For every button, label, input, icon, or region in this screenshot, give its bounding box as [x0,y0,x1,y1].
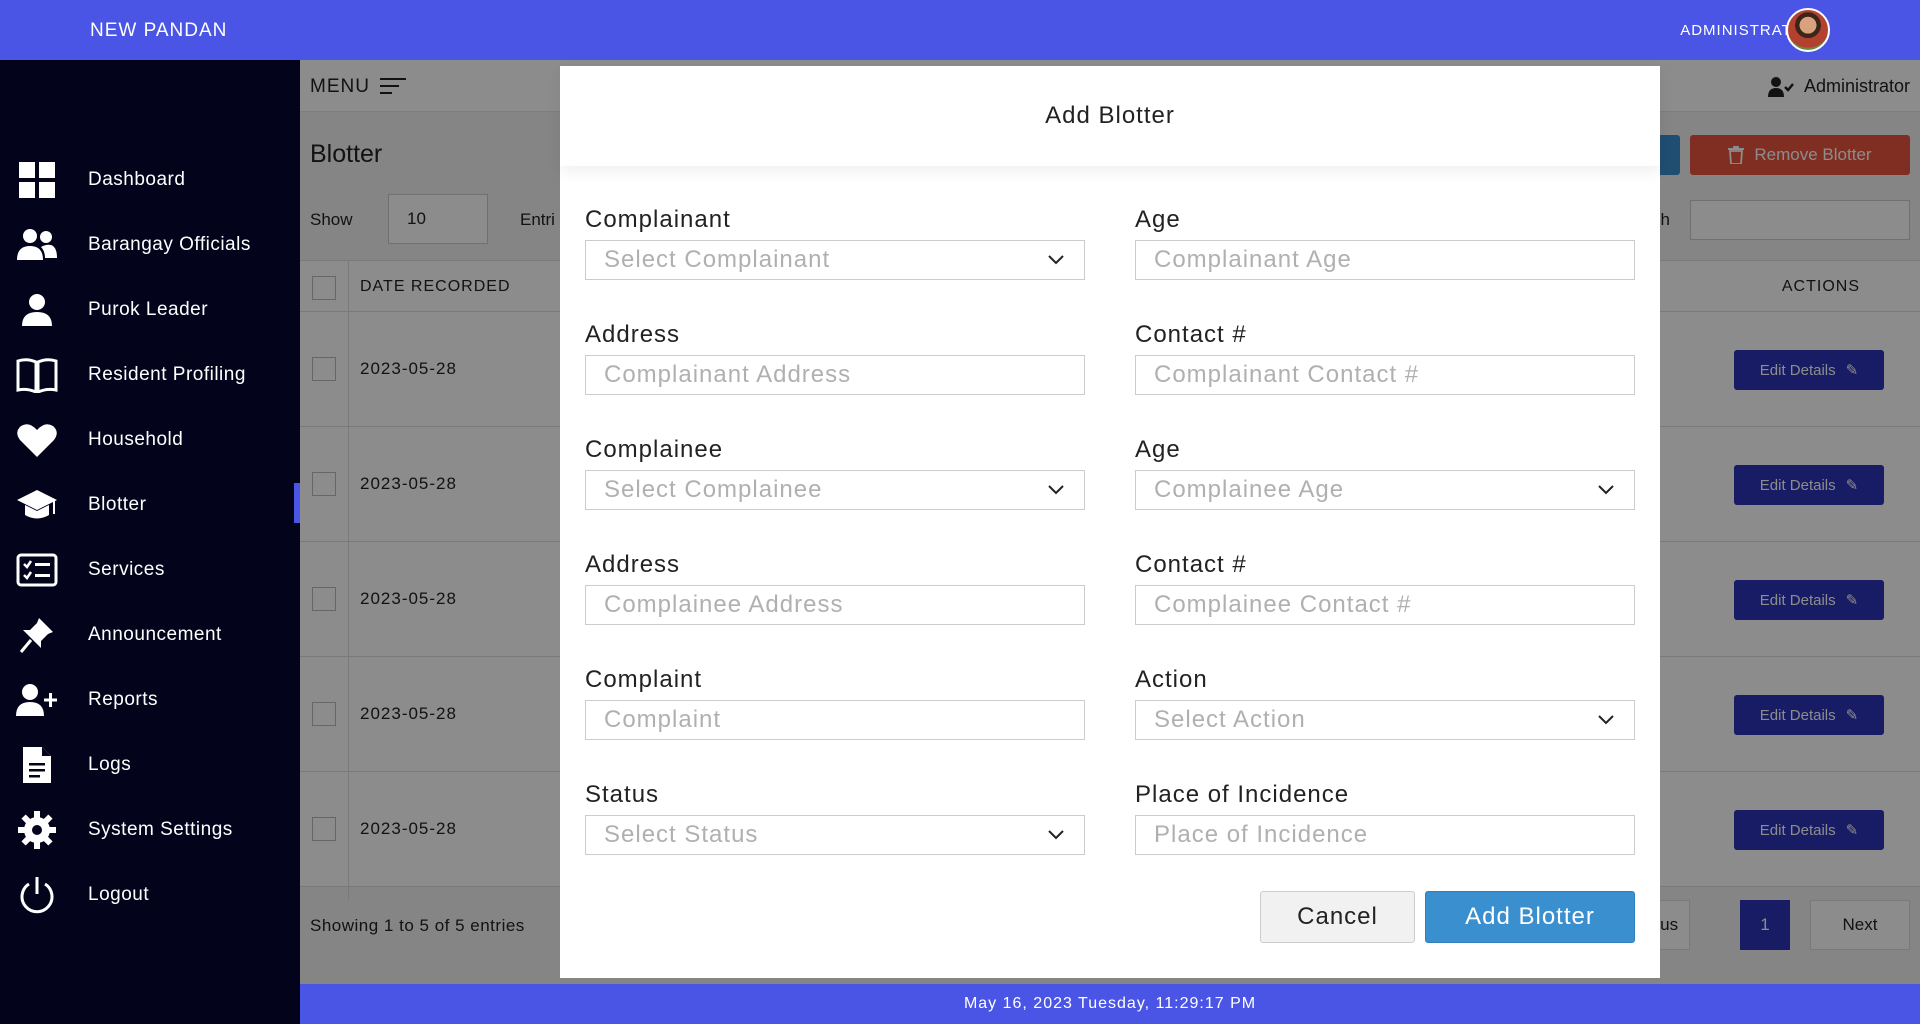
sidebar-item-blotter[interactable]: Blotter [0,477,300,533]
action-placeholder: Select Action [1154,706,1306,733]
sidebar-item-announcement[interactable]: Announcement [0,607,300,663]
sidebar-item-label: Reports [88,689,159,710]
complainant-address-placeholder: Complainant Address [604,361,852,388]
chevron-down-icon [1598,715,1614,725]
add-blotter-modal: Add Blotter Complainant Select Complaina… [560,66,1660,978]
place-of-incidence-placeholder: Place of Incidence [1154,821,1369,848]
sidebar-item-label: Dashboard [88,169,186,190]
complainant-contact-placeholder: Complainant Contact # [1154,361,1420,388]
sidebar-item-label: System Settings [88,819,233,840]
sidebar-item-label: Services [88,559,165,580]
complainee-address-input[interactable]: Complainee Address [585,585,1085,625]
complainee-select[interactable]: Select Complainee [585,470,1085,510]
complainee-address-field: Address Complainee Address [585,551,1085,625]
status-label: Status [585,781,660,808]
complainant-address-input[interactable]: Complainant Address [585,355,1085,395]
user-plus-icon [16,679,58,721]
chevron-down-icon [1048,830,1064,840]
complainee-contact-label: Contact # [1135,551,1247,578]
sidebar-item-logs[interactable]: Logs [0,737,300,793]
complainant-contact-field: Contact # Complainant Contact # [1135,321,1635,395]
sidebar-item-reports[interactable]: Reports [0,672,300,728]
complainee-contact-input[interactable]: Complainee Contact # [1135,585,1635,625]
complainant-select[interactable]: Select Complainant [585,240,1085,280]
sidebar-item-label: Resident Profiling [88,364,246,385]
sidebar-item-system-settings[interactable]: System Settings [0,802,300,858]
sidebar-item-household[interactable]: Household [0,412,300,468]
modal-header: Add Blotter [560,66,1660,166]
document-icon [16,744,58,786]
complainee-field: Complainee Select Complainee [585,436,1085,510]
sidebar-item-barangay-officials[interactable]: Barangay Officials [0,217,300,273]
add-blotter-button[interactable]: Add Blotter [1425,891,1635,943]
place-of-incidence-input[interactable]: Place of Incidence [1135,815,1635,855]
dashboard-grid-icon [16,159,58,201]
users-icon [16,224,58,266]
complainee-age-label: Age [1135,436,1181,463]
complaint-placeholder: Complaint [604,706,722,733]
complaint-input[interactable]: Complaint [585,700,1085,740]
chevron-down-icon [1048,485,1064,495]
sidebar-item-logout[interactable]: Logout [0,867,300,923]
sidebar-item-label: Announcement [88,624,222,645]
graduation-cap-icon [16,484,58,526]
status-placeholder: Select Status [604,821,759,848]
complaint-label: Complaint [585,666,703,693]
complaint-field: Complaint Complaint [585,666,1085,740]
complainee-age-field: Age Complainee Age [1135,436,1635,510]
sidebar-item-label: Household [88,429,184,450]
complainee-label: Complainee [585,436,724,463]
complainant-age-placeholder: Complainant Age [1154,246,1352,273]
sidebar-item-dashboard[interactable]: Dashboard [0,152,300,208]
complainant-address-field: Address Complainant Address [585,321,1085,395]
action-select[interactable]: Select Action [1135,700,1635,740]
complainant-age-input[interactable]: Complainant Age [1135,240,1635,280]
gear-icon [16,809,58,851]
book-icon [16,354,58,396]
complainant-age-field: Age Complainant Age [1135,206,1635,280]
top-bar: NEW PANDAN ADMINISTRATOR [0,0,1920,60]
brand-name: NEW PANDAN [90,20,228,41]
complainee-address-label: Address [585,551,681,578]
chevron-down-icon [1048,255,1064,265]
status-select[interactable]: Select Status [585,815,1085,855]
sidebar-item-label: Barangay Officials [88,234,251,255]
status-field: Status Select Status [585,781,1085,855]
complainant-label: Complainant [585,206,731,233]
sidebar-item-label: Logout [88,884,150,905]
complainant-contact-input[interactable]: Complainant Contact # [1135,355,1635,395]
footer-datetime: May 16, 2023 Tuesday, 11:29:17 PM [300,984,1920,1024]
complainee-address-placeholder: Complainee Address [604,591,844,618]
modal-title: Add Blotter [1045,102,1175,129]
sidebar-item-purok-leader[interactable]: Purok Leader [0,282,300,338]
complainee-contact-field: Contact # Complainee Contact # [1135,551,1635,625]
sidebar: Dashboard Barangay Officials Purok Leade… [0,60,300,1024]
sidebar-item-services[interactable]: Services [0,542,300,598]
place-of-incidence-field: Place of Incidence Place of Incidence [1135,781,1635,855]
complainee-contact-placeholder: Complainee Contact # [1154,591,1412,618]
sidebar-item-resident-profiling[interactable]: Resident Profiling [0,347,300,403]
complainee-placeholder: Select Complainee [604,476,823,503]
chevron-down-icon [1598,485,1614,495]
avatar[interactable] [1786,8,1830,52]
action-field: Action Select Action [1135,666,1635,740]
complainee-age-select[interactable]: Complainee Age [1135,470,1635,510]
complainant-address-label: Address [585,321,681,348]
user-icon [16,289,58,331]
sidebar-item-label: Purok Leader [88,299,209,320]
complainant-field: Complainant Select Complainant [585,206,1085,280]
cancel-button[interactable]: Cancel [1260,891,1415,943]
sidebar-item-label: Logs [88,754,132,775]
action-label: Action [1135,666,1208,693]
heart-icon [16,419,58,461]
place-of-incidence-label: Place of Incidence [1135,781,1350,808]
pin-icon [16,614,58,656]
sidebar-item-label: Blotter [88,494,147,515]
checklist-icon [16,549,58,591]
complainee-age-placeholder: Complainee Age [1154,476,1345,503]
power-icon [16,874,58,916]
complainant-age-label: Age [1135,206,1181,233]
complainant-placeholder: Select Complainant [604,246,831,273]
complainant-contact-label: Contact # [1135,321,1247,348]
